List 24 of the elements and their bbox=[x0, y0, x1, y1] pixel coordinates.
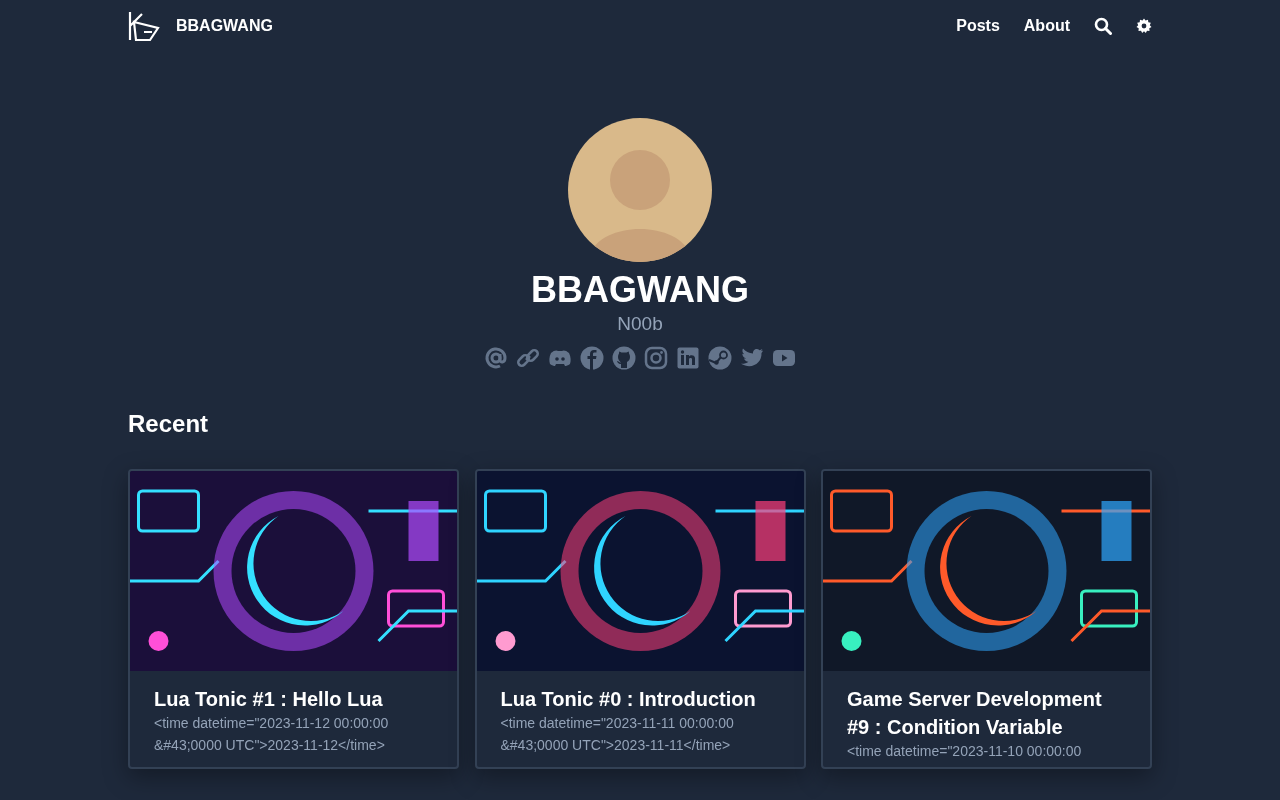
profile-name: BBAGWANG bbox=[531, 270, 749, 310]
post-title[interactable]: Game Server Development #9 : Condition Variable bbox=[847, 684, 1126, 741]
post-title[interactable]: Lua Tonic #0 : Introduction bbox=[500, 684, 780, 713]
settings-icon[interactable] bbox=[1136, 18, 1152, 34]
profile-tagline: N00b bbox=[617, 311, 663, 336]
logo-icon[interactable] bbox=[128, 10, 160, 42]
github-icon[interactable] bbox=[612, 346, 636, 371]
section-heading: Recent bbox=[128, 410, 210, 439]
post-date: <time datetime="2023-11-10 00:00:00 bbox=[847, 741, 1083, 761]
email-icon[interactable] bbox=[484, 346, 508, 371]
steam-icon[interactable] bbox=[708, 346, 732, 371]
post-card[interactable]: Game Server Development #9 : Condition Variable <time datetime="2023-11-10 00:00:00 bbox=[821, 468, 1152, 769]
nav-link[interactable]: About bbox=[1023, 14, 1070, 38]
site-title[interactable]: BBAGWANG bbox=[176, 14, 273, 38]
post-title[interactable]: Lua Tonic #1 : Hello Lua bbox=[154, 684, 433, 713]
facebook-icon[interactable] bbox=[580, 346, 604, 371]
nav-link[interactable]: Posts bbox=[956, 14, 1000, 38]
post-date: <time datetime="2023-11-12 00:00:00 &#43;0000 UTC">2023-11-12</time> bbox=[154, 713, 390, 755]
instagram-icon[interactable] bbox=[644, 346, 668, 371]
post-card[interactable]: Lua Tonic #0 : Introduction <time datetime="2023-11-11 00:00:00 &#43;0000 UTC">2023-11-11</time> bbox=[474, 468, 806, 769]
linkedin-icon[interactable] bbox=[676, 346, 700, 371]
search-icon[interactable] bbox=[1094, 17, 1112, 35]
post-card[interactable]: Lua Tonic #1 : Hello Lua <time datetime="2023-11-12 00:00:00 &#43;0000 UTC">2023-11-12</time> bbox=[128, 468, 459, 769]
post-date: <time datetime="2023-11-11 00:00:00 &#43;0000 UTC">2023-11-11</time> bbox=[500, 713, 735, 755]
